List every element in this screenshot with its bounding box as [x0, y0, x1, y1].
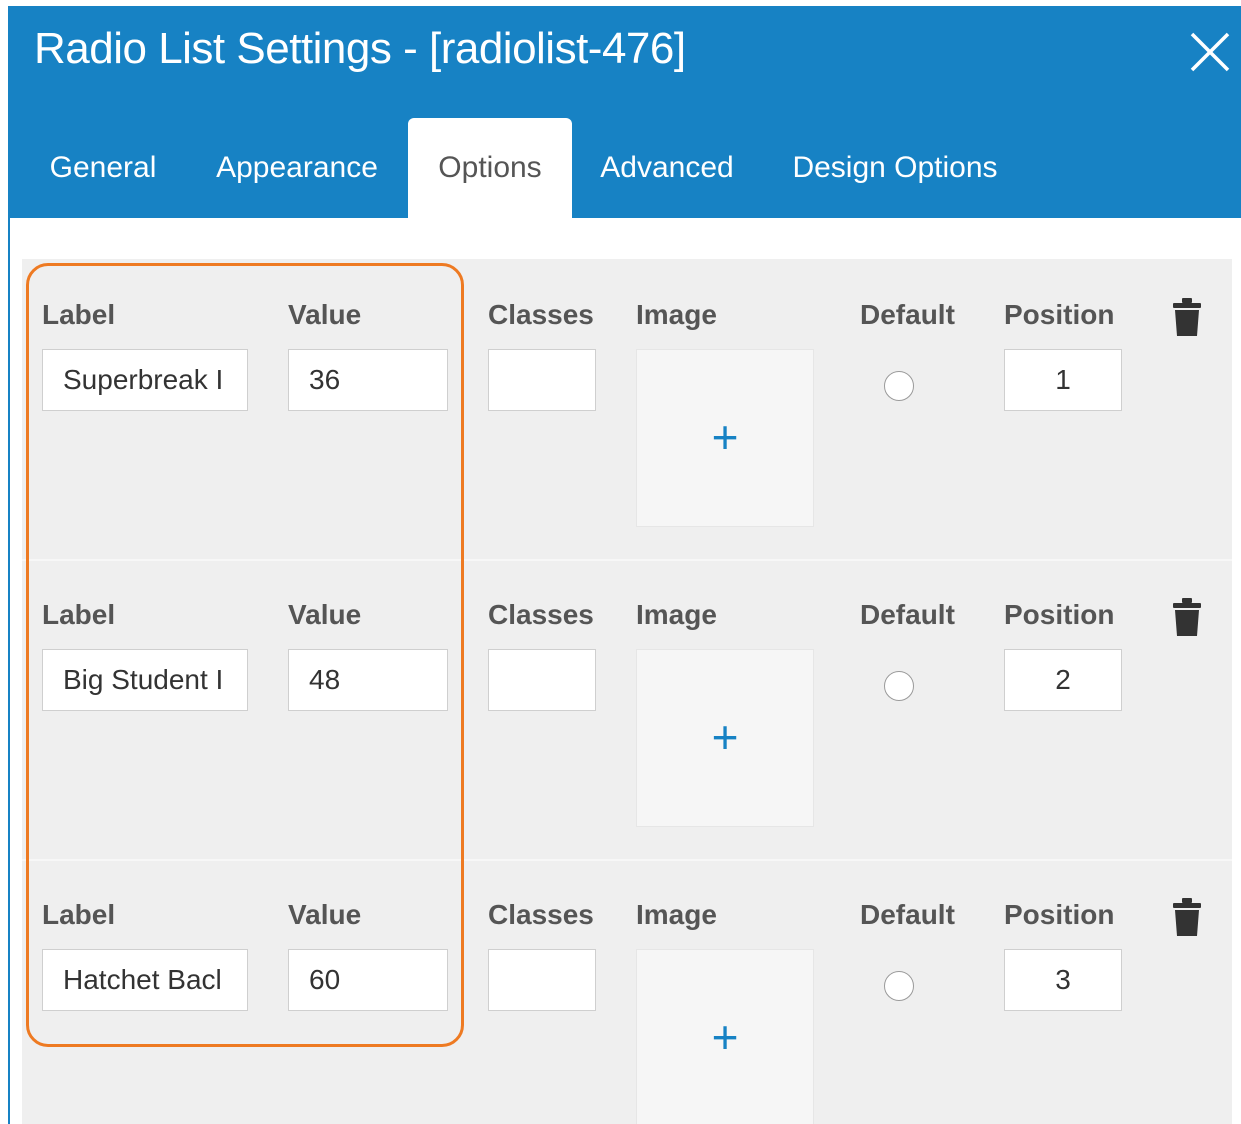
value-column-header: Value	[288, 299, 362, 330]
classes-column-header: Classes	[488, 899, 594, 930]
classes-column-header: Classes	[488, 599, 594, 630]
value-column-header: Value	[288, 899, 362, 930]
tab-advanced[interactable]: Advanced	[592, 118, 742, 218]
option-classes-input[interactable]	[488, 949, 596, 1011]
image-upload-box[interactable]: +	[636, 649, 814, 827]
tab-general[interactable]: General	[36, 118, 170, 218]
tab-options[interactable]: Options	[408, 118, 572, 218]
dialog-header: Radio List Settings - [radiolist-476] Ge…	[8, 6, 1241, 218]
image-column-header: Image	[636, 599, 717, 630]
option-value-input[interactable]: 36	[288, 349, 448, 411]
trash-icon[interactable]	[1172, 897, 1202, 937]
default-column-header: Default	[860, 599, 955, 630]
option-classes-input[interactable]	[488, 349, 596, 411]
option-value-input[interactable]: 48	[288, 649, 448, 711]
trash-icon[interactable]	[1172, 297, 1202, 337]
close-icon[interactable]	[1188, 30, 1232, 74]
image-upload-box[interactable]: +	[636, 949, 814, 1124]
trash-icon[interactable]	[1172, 597, 1202, 637]
option-row: Label Value Classes Image Default Positi…	[22, 259, 1232, 557]
option-value-input[interactable]: 60	[288, 949, 448, 1011]
label-column-header: Label	[42, 599, 116, 630]
image-column-header: Image	[636, 899, 717, 930]
option-position-input[interactable]: 2	[1004, 649, 1122, 711]
add-image-icon: +	[711, 711, 739, 763]
default-column-header: Default	[860, 899, 955, 930]
label-column-header: Label	[42, 299, 116, 330]
option-classes-input[interactable]	[488, 649, 596, 711]
options-list: Label Value Classes Image Default Positi…	[22, 259, 1232, 1124]
default-radio[interactable]	[884, 671, 914, 701]
add-image-icon: +	[711, 1011, 739, 1063]
position-column-header: Position	[1004, 599, 1115, 630]
default-column-header: Default	[860, 299, 955, 330]
dialog-title: Radio List Settings - [radiolist-476]	[34, 24, 686, 73]
radio-list-settings-dialog: Radio List Settings - [radiolist-476] Ge…	[8, 6, 1241, 1124]
tab-appearance[interactable]: Appearance	[204, 118, 390, 218]
tab-bar: General Appearance Options Advanced Desi…	[8, 118, 1241, 218]
value-column-header: Value	[288, 599, 362, 630]
option-label-input[interactable]: Big Student I	[42, 649, 248, 711]
option-row: Label Value Classes Image Default Positi…	[22, 559, 1232, 857]
image-upload-box[interactable]: +	[636, 349, 814, 527]
position-column-header: Position	[1004, 899, 1115, 930]
label-column-header: Label	[42, 899, 116, 930]
default-radio[interactable]	[884, 971, 914, 1001]
add-image-icon: +	[711, 411, 739, 463]
position-column-header: Position	[1004, 299, 1115, 330]
image-column-header: Image	[636, 299, 717, 330]
option-position-input[interactable]: 1	[1004, 349, 1122, 411]
option-row: Label Value Classes Image Default Positi…	[22, 859, 1232, 1124]
option-position-input[interactable]: 3	[1004, 949, 1122, 1011]
classes-column-header: Classes	[488, 299, 594, 330]
option-label-input[interactable]: Hatchet Bacl	[42, 949, 248, 1011]
option-label-input[interactable]: Superbreak I	[42, 349, 248, 411]
tab-design-options[interactable]: Design Options	[782, 118, 1008, 218]
default-radio[interactable]	[884, 371, 914, 401]
